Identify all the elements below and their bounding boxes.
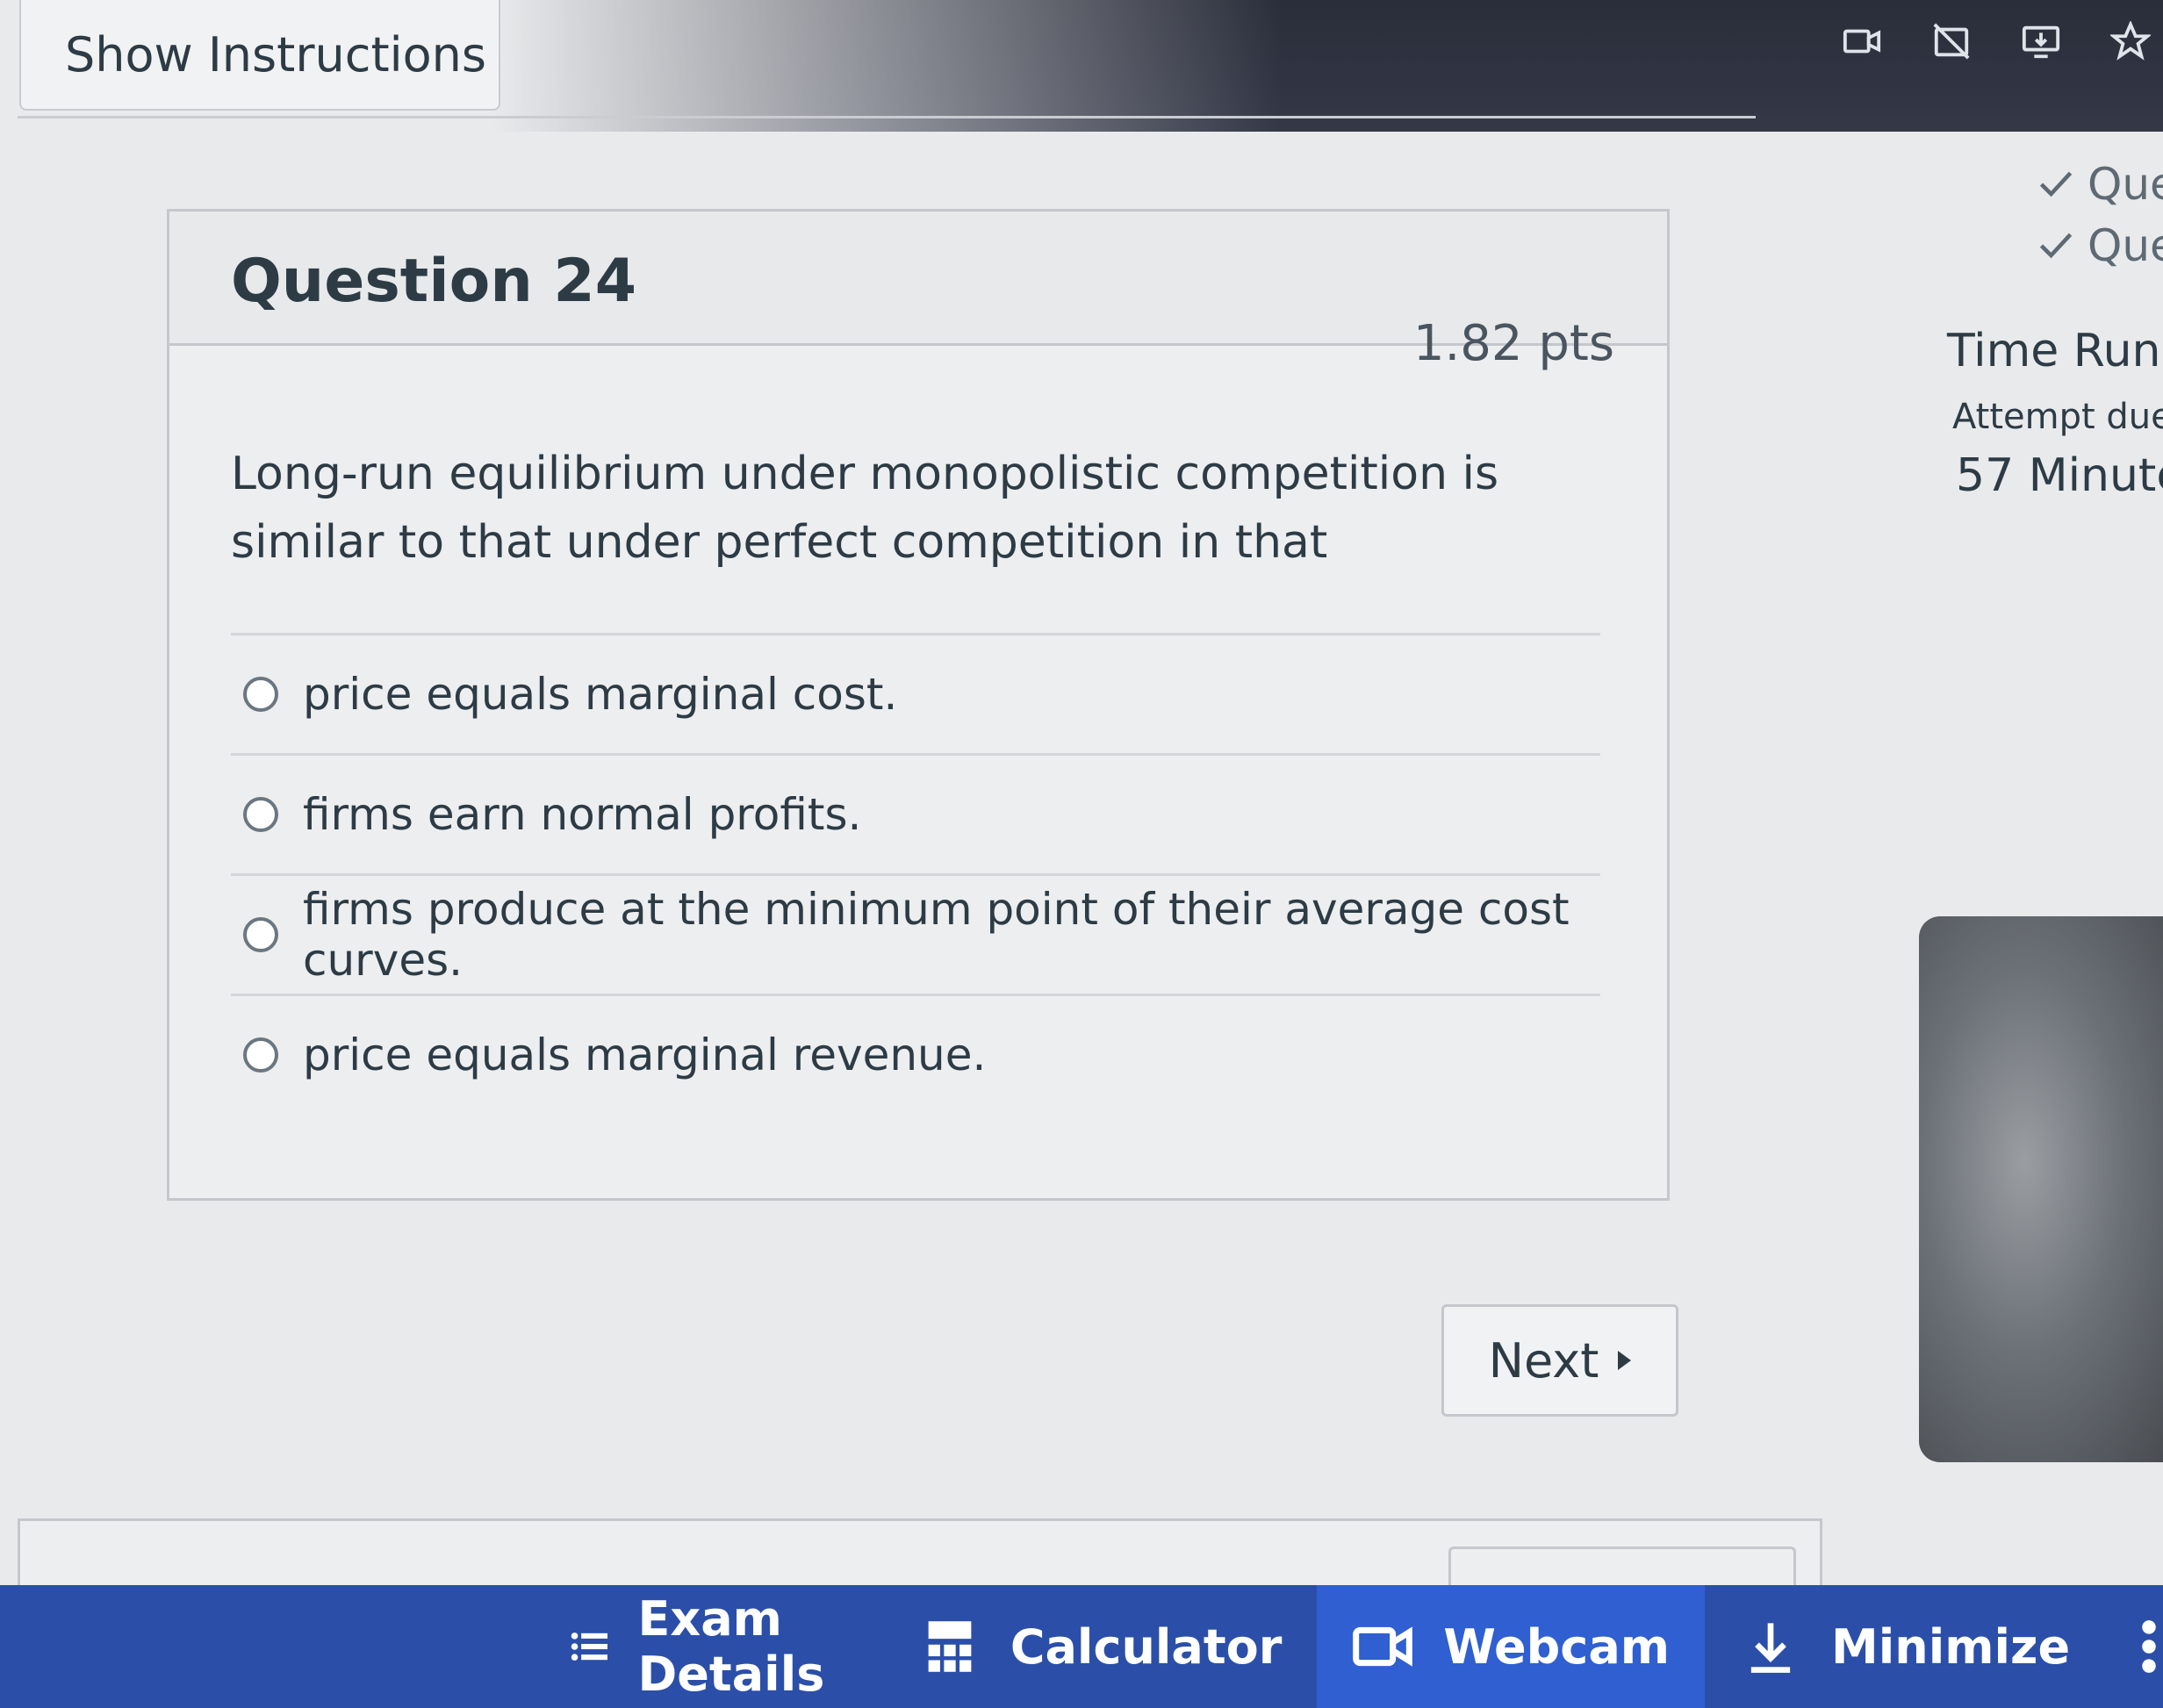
calculator-icon bbox=[928, 1621, 972, 1672]
show-instructions-button[interactable]: Show Instructions bbox=[19, 0, 500, 111]
question-card: Question 24 1.82 pts Long-run equilibriu… bbox=[167, 209, 1670, 1201]
question-nav-item[interactable]: Que bbox=[2037, 154, 2163, 215]
answer-label: price equals marginal cost. bbox=[303, 669, 898, 720]
webcam-preview bbox=[1919, 916, 2163, 1462]
show-instructions-label: Show Instructions bbox=[65, 26, 487, 83]
radio-button[interactable] bbox=[243, 677, 278, 712]
answer-list: price equals marginal cost. firms earn n… bbox=[231, 633, 1600, 1114]
no-camera-icon[interactable] bbox=[1928, 18, 1975, 65]
radio-button[interactable] bbox=[243, 797, 278, 832]
video-camera-icon bbox=[1353, 1626, 1413, 1667]
calculator-label: Calculator bbox=[1010, 1618, 1283, 1675]
answer-option-4[interactable]: price equals marginal revenue. bbox=[231, 994, 1600, 1114]
question-nav-list: Que Que bbox=[2037, 154, 2163, 276]
timer-title: Time Runnir bbox=[1947, 325, 2163, 377]
top-bar-fade bbox=[492, 0, 1282, 132]
question-nav-item[interactable]: Que bbox=[2037, 215, 2163, 276]
webcam-button[interactable]: Webcam bbox=[1317, 1585, 1706, 1708]
check-icon bbox=[2039, 233, 2073, 259]
list-icon bbox=[571, 1633, 608, 1661]
divider bbox=[18, 116, 1756, 118]
answer-label: firms earn normal profits. bbox=[303, 789, 862, 840]
question-nav-label: Que bbox=[2088, 220, 2163, 271]
exam-details-button[interactable]: Exam Details bbox=[535, 1585, 884, 1708]
answer-option-1[interactable]: price equals marginal cost. bbox=[231, 633, 1600, 753]
exam-details-label: Exam Details bbox=[637, 1591, 825, 1702]
radio-button[interactable] bbox=[243, 917, 278, 952]
radio-button[interactable] bbox=[243, 1037, 278, 1073]
time-remaining: 57 Minutes bbox=[1956, 449, 2163, 502]
video-icon[interactable] bbox=[1838, 18, 1886, 65]
next-button-label: Next bbox=[1488, 1332, 1599, 1389]
minimize-label: Minimize bbox=[1831, 1618, 2071, 1675]
question-title: Question 24 bbox=[231, 247, 637, 316]
minimize-button[interactable]: Minimize bbox=[1705, 1585, 2105, 1708]
answer-option-2[interactable]: firms earn normal profits. bbox=[231, 753, 1600, 873]
answer-option-3[interactable]: firms produce at the minimum point of th… bbox=[231, 873, 1600, 994]
caret-right-icon bbox=[1618, 1351, 1632, 1370]
webcam-label: Webcam bbox=[1443, 1618, 1671, 1675]
more-options-button[interactable] bbox=[2105, 1585, 2163, 1708]
question-nav-label: Que bbox=[2088, 159, 2163, 210]
next-button[interactable]: Next bbox=[1441, 1304, 1678, 1417]
question-points: 1.82 pts bbox=[1412, 315, 1614, 372]
check-icon bbox=[2039, 171, 2073, 197]
question-text: Long-run equilibrium under monopolistic … bbox=[231, 448, 1499, 569]
proctor-toolbar: Exam Details Calculator Webcam Minimize bbox=[0, 1585, 2163, 1708]
calculator-button[interactable]: Calculator bbox=[884, 1585, 1318, 1708]
attempt-due: Attempt due: J bbox=[1952, 397, 2163, 437]
answer-label: firms produce at the minimum point of th… bbox=[303, 884, 1570, 986]
answer-label: price equals marginal revenue. bbox=[303, 1030, 987, 1080]
browser-toolbar bbox=[1838, 18, 2163, 65]
vertical-dots-icon bbox=[2142, 1620, 2156, 1673]
download-arrow-icon bbox=[1750, 1623, 1791, 1673]
screen-share-icon[interactable] bbox=[2017, 18, 2065, 65]
star-icon[interactable] bbox=[2107, 18, 2154, 65]
